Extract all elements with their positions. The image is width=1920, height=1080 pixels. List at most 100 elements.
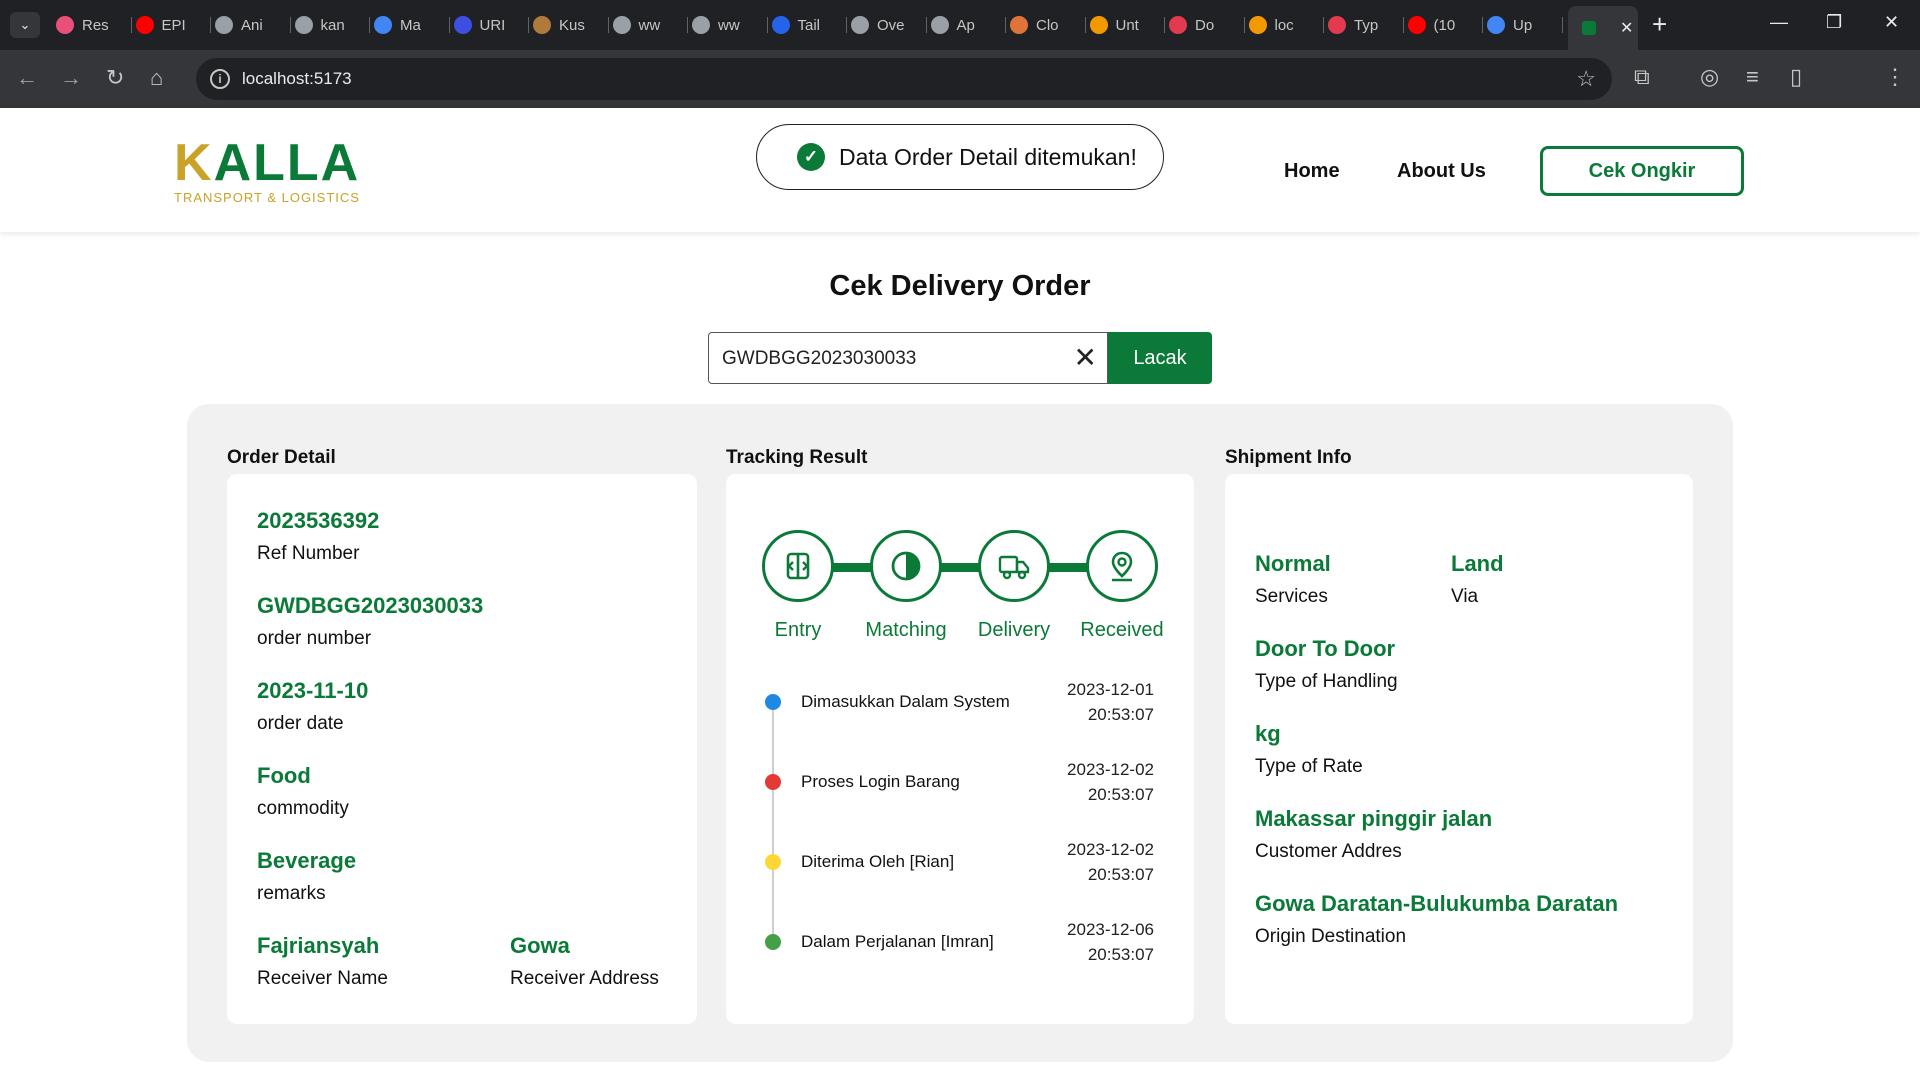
location-pin-icon xyxy=(1111,551,1133,582)
restore-icon[interactable]: ❐ xyxy=(1826,12,1842,33)
tab-favicon-icon xyxy=(215,16,233,34)
side-panel-icon[interactable]: ▯ xyxy=(1790,64,1802,90)
tab-title: Unt xyxy=(1115,16,1139,34)
tab-separator xyxy=(369,17,370,33)
search-input-value[interactable]: GWDBGG2023030033 xyxy=(722,348,916,370)
reload-icon[interactable]: ↻ xyxy=(106,66,124,90)
browser-tab[interactable]: Do xyxy=(1169,8,1245,42)
timeline-dot xyxy=(765,774,781,790)
browser-tab[interactable]: (10 xyxy=(1407,8,1483,42)
browser-tab[interactable]: Kus xyxy=(533,8,609,42)
close-tab-icon[interactable]: ✕ xyxy=(1620,18,1633,38)
browser-tab[interactable]: EPI xyxy=(135,8,211,42)
event-time: 20:53:07 xyxy=(1087,945,1154,964)
browser-tab[interactable]: Clo xyxy=(1010,8,1086,42)
cek-ongkir-button[interactable]: Cek Ongkir xyxy=(1540,146,1744,196)
close-window-icon[interactable]: ✕ xyxy=(1884,12,1899,33)
media-control-icon[interactable]: ≡ xyxy=(1746,64,1759,90)
browser-tab[interactable]: Up xyxy=(1487,8,1563,42)
timeline-dot xyxy=(765,854,781,870)
new-tab-button[interactable]: + xyxy=(1652,11,1667,37)
bookmark-star-icon[interactable]: ☆ xyxy=(1576,66,1596,92)
tab-title: Do xyxy=(1195,16,1215,34)
browser-tab[interactable]: ww xyxy=(692,8,768,42)
browser-tab[interactable]: kan xyxy=(294,8,370,42)
timeline-dot xyxy=(765,694,781,710)
tab-separator xyxy=(1402,17,1404,33)
browser-tab[interactable]: Unt xyxy=(1089,8,1165,42)
address-bar[interactable]: i localhost:5173 ☆ xyxy=(196,58,1612,100)
tab-favicon-icon xyxy=(1487,16,1505,34)
step-entry-circle xyxy=(762,530,834,602)
site-info-icon[interactable]: i xyxy=(210,69,230,89)
tab-separator xyxy=(210,17,211,33)
tab-favicon-icon xyxy=(930,16,949,34)
nav-home-link[interactable]: Home xyxy=(1284,160,1340,183)
tab-separator xyxy=(289,17,291,33)
browser-tab[interactable]: Res xyxy=(56,8,132,42)
origin-destination-value: Gowa Daratan-Bulukumba Daratan xyxy=(1255,891,1619,916)
shipment-info-title: Shipment Info xyxy=(1225,447,1352,468)
browser-tab[interactable]: Ani xyxy=(215,8,291,42)
tab-search-button[interactable]: ⌄ xyxy=(10,12,40,38)
back-icon[interactable]: ← xyxy=(16,66,38,90)
tab-favicon-icon xyxy=(374,16,392,34)
ref-number-label: Ref Number xyxy=(257,543,360,564)
clear-search-icon[interactable]: ✕ xyxy=(1074,343,1097,373)
browser-tab[interactable]: ww xyxy=(612,8,688,42)
timeline-event-datetime: 2023-12-02 20:53:07 xyxy=(1040,757,1154,807)
order-search-input[interactable]: GWDBGG2023030033 ✕ xyxy=(708,332,1108,384)
timeline-event-text: Diterima Oleh [Rian] xyxy=(801,852,955,871)
tab-favicon-icon xyxy=(1407,16,1426,34)
tab-title: ww xyxy=(638,16,661,34)
receiver-name-value: Fajriansyah xyxy=(257,933,380,958)
active-tab[interactable]: ✕ xyxy=(1568,6,1638,50)
tab-separator xyxy=(1164,17,1165,33)
nav-about-link[interactable]: About Us xyxy=(1397,160,1486,183)
tab-title: Kus xyxy=(559,16,585,34)
receiver-name-label: Receiver Name xyxy=(257,968,388,989)
menu-kebab-icon[interactable]: ⋮ xyxy=(1884,64,1906,90)
url-text[interactable]: localhost:5173 xyxy=(242,69,352,89)
via-label: Via xyxy=(1451,586,1479,607)
logo-wordmark: KALLA xyxy=(174,137,360,189)
tab-title: ww xyxy=(718,16,740,34)
forward-icon[interactable]: → xyxy=(60,66,82,90)
browser-tab[interactable]: Ove xyxy=(851,8,927,42)
kalla-logo[interactable]: KALLA TRANSPORT & LOGISTICS xyxy=(174,137,360,205)
kalla-favicon-icon xyxy=(1582,21,1596,35)
order-number-value: GWDBGG2023030033 xyxy=(257,593,484,618)
tab-separator xyxy=(1323,17,1324,33)
step-received-circle xyxy=(1086,530,1158,602)
timeline-event-datetime: 2023-12-06 20:53:07 xyxy=(1040,917,1154,967)
tab-separator xyxy=(846,17,847,33)
event-date: 2023-12-01 xyxy=(1067,680,1154,699)
tab-separator xyxy=(607,17,609,33)
home-icon[interactable]: ⌂ xyxy=(150,66,163,90)
tab-separator xyxy=(448,17,450,33)
browser-tab[interactable]: Tail xyxy=(771,8,847,42)
ref-number-value: 2023536392 xyxy=(257,508,380,533)
tab-title: Clo xyxy=(1036,16,1059,34)
performance-icon[interactable]: ◎ xyxy=(1700,64,1719,90)
browser-tab[interactable]: Ma xyxy=(374,8,450,42)
services-label: Services xyxy=(1255,586,1328,607)
tab-title: EPI xyxy=(161,16,186,34)
extensions-icon[interactable]: ⧉ xyxy=(1634,64,1650,90)
tab-title: URI xyxy=(479,16,506,34)
tab-favicon-icon xyxy=(1328,16,1346,34)
tab-separator xyxy=(925,17,927,33)
tab-title: (10 xyxy=(1433,16,1456,34)
lacak-button[interactable]: Lacak xyxy=(1108,332,1212,384)
remarks-value: Beverage xyxy=(257,848,357,873)
step-delivery-circle xyxy=(978,530,1050,602)
tab-title: loc xyxy=(1274,16,1294,34)
browser-tab[interactable]: URI xyxy=(453,8,529,42)
timeline-event-datetime: 2023-12-01 20:53:07 xyxy=(1040,677,1154,727)
minimize-icon[interactable]: — xyxy=(1770,12,1788,33)
tab-separator xyxy=(528,17,529,33)
browser-tab[interactable]: loc xyxy=(1248,8,1324,42)
browser-tab[interactable]: Ap xyxy=(930,8,1006,42)
browser-tab[interactable]: Typ xyxy=(1328,8,1404,42)
tab-favicon-icon xyxy=(612,16,631,34)
